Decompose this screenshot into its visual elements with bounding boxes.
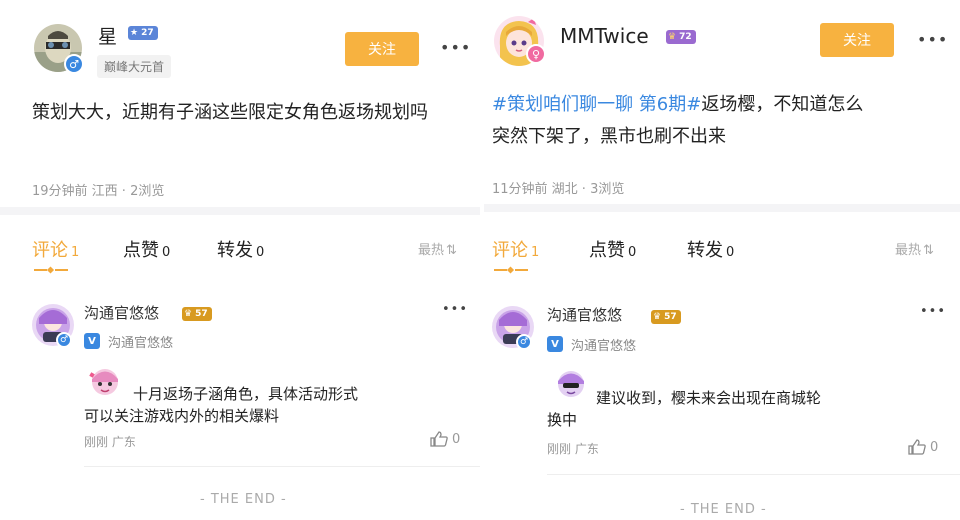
post-content: #策划咱们聊一聊 第6期#返场樱，不知道怎么 — [492, 94, 864, 115]
like-button[interactable]: 0 — [430, 431, 460, 447]
comment-more-icon[interactable]: ••• — [442, 302, 468, 317]
comment-text-line-1: 十月返场子涵角色，具体活动形式 — [133, 385, 359, 403]
end-marker: - THE END - — [680, 502, 767, 517]
verified-icon: V — [84, 333, 100, 349]
commenter-name[interactable]: 沟通官悠悠 — [547, 304, 622, 325]
like-button[interactable]: 0 — [908, 439, 938, 455]
user-title-tag: 巅峰大元首 — [97, 55, 172, 78]
post-content: 策划大大，近期有子涵这些限定女角色返场规划吗 — [32, 102, 428, 123]
comment-more-icon[interactable]: ••• — [920, 304, 946, 319]
tab-comments[interactable]: 评论 1 — [492, 236, 539, 262]
crown-icon: ♛ — [653, 312, 662, 322]
level-badge: ♛ 57 — [651, 310, 681, 324]
thumbs-up-icon — [430, 431, 448, 447]
post-username[interactable]: 星 — [98, 22, 117, 49]
male-gender-icon: ♂ — [64, 54, 84, 74]
comment-text-line-2: 可以关注游戏内外的相关爆料 — [84, 407, 280, 425]
tab-likes[interactable]: 点赞 0 — [589, 236, 636, 262]
more-options-icon[interactable]: ••• — [917, 30, 948, 49]
crown-icon: ♛ — [184, 309, 193, 319]
comment-divider — [84, 466, 480, 467]
sort-hot-button[interactable]: 最热 ⇅ — [895, 239, 934, 258]
level-badge: ★ 27 — [128, 26, 158, 40]
topic-tag-link[interactable]: #策划咱们聊一聊 第6期# — [492, 94, 701, 115]
star-icon: ★ — [130, 28, 139, 38]
tab-active-indicator — [494, 266, 528, 274]
verify-text: 沟通官悠悠 — [571, 339, 637, 354]
post-username[interactable]: MMTwice — [560, 24, 649, 48]
sort-icon: ⇅ — [446, 243, 457, 258]
verify-text: 沟通官悠悠 — [108, 336, 174, 351]
comment-text-line-2: 换中 — [547, 411, 578, 429]
female-gender-icon: ♀ — [526, 44, 546, 64]
level-badge: ♛ 57 — [182, 307, 212, 321]
follow-button[interactable]: 关注 — [345, 32, 419, 66]
post-meta: 11分钟前 湖北 · 3浏览 — [492, 182, 625, 197]
right-post-panel: ♀ MMTwice ♛ 72 关注 ••• #策划咱们聊一聊 第6期#返场樱，不… — [484, 0, 960, 520]
commenter-name[interactable]: 沟通官悠悠 — [84, 302, 159, 323]
tab-likes[interactable]: 点赞 0 — [123, 236, 170, 262]
more-options-icon[interactable]: ••• — [440, 38, 471, 57]
sort-icon: ⇅ — [923, 243, 934, 258]
male-gender-icon: ♂ — [56, 332, 72, 348]
tab-shares[interactable]: 转发 0 — [687, 236, 734, 262]
sticker-icon — [558, 371, 584, 397]
post-content-line-2: 突然下架了，黑市也刷不出来 — [492, 126, 726, 147]
verified-icon: V — [547, 336, 563, 352]
crown-icon: ♛ — [668, 32, 677, 42]
comment-meta: 刚刚 广东 — [547, 442, 599, 456]
follow-button[interactable]: 关注 — [820, 23, 894, 57]
left-post-panel: ♂ 星 ★ 27 巅峰大元首 关注 ••• 策划大大，近期有子涵这些限定女角色返… — [0, 0, 480, 520]
level-badge: ♛ 72 — [666, 30, 696, 44]
section-divider — [0, 207, 480, 215]
sort-hot-button[interactable]: 最热 ⇅ — [418, 239, 457, 258]
sticker-icon — [89, 369, 118, 395]
comment-meta: 刚刚 广东 — [84, 435, 136, 449]
end-marker: - THE END - — [200, 492, 287, 507]
tab-active-indicator — [34, 266, 68, 274]
thumbs-up-icon — [908, 439, 926, 455]
tab-comments[interactable]: 评论 1 — [32, 236, 79, 262]
comment-divider — [547, 474, 960, 475]
tab-shares[interactable]: 转发 0 — [217, 236, 264, 262]
post-meta: 19分钟前 江西 · 2浏览 — [32, 184, 165, 199]
comment-text-line-1: 建议收到，樱未来会出现在商城轮 — [596, 389, 822, 407]
section-divider — [484, 204, 960, 212]
male-gender-icon: ♂ — [516, 334, 532, 350]
screen: ♂ 星 ★ 27 巅峰大元首 关注 ••• 策划大大，近期有子涵这些限定女角色返… — [0, 0, 960, 520]
